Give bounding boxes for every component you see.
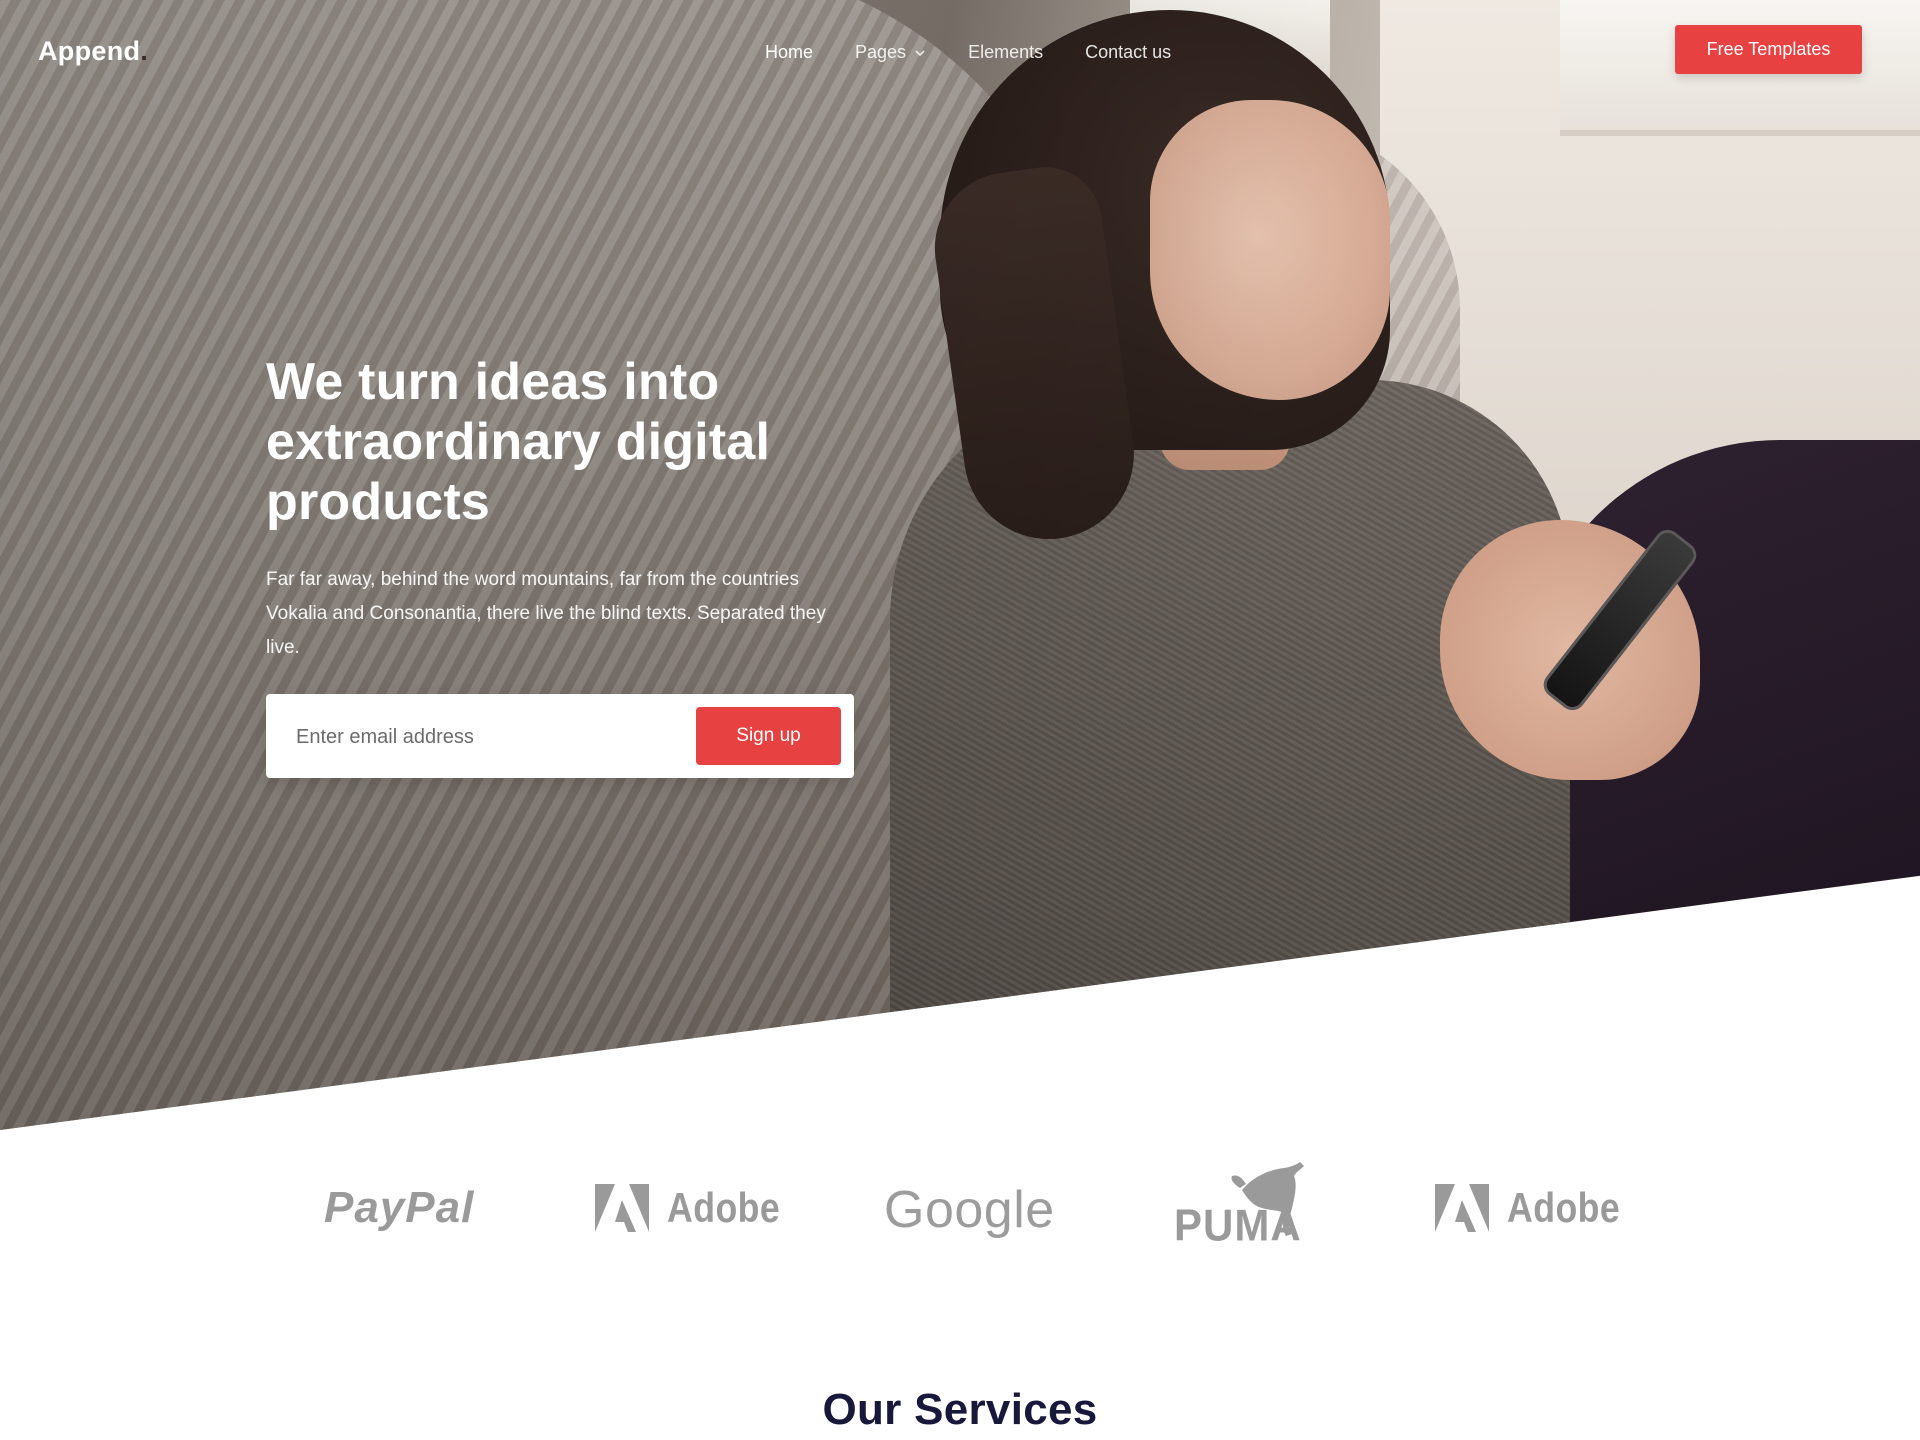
puma-logo-text: PUMA (1174, 1200, 1302, 1251)
menu-item-label: Contact us (1085, 42, 1172, 62)
menu-item-pages[interactable]: Pages (855, 42, 926, 63)
signup-button[interactable]: Sign up (696, 707, 841, 765)
menu-item-contact[interactable]: Contact us (1085, 42, 1171, 63)
free-templates-button[interactable]: Free Templates (1675, 25, 1862, 74)
services-heading: Our Services (822, 1385, 1098, 1434)
adobe-logo: Adobe (1435, 1184, 1640, 1232)
menu-item-label: Home (765, 42, 814, 62)
google-logo: Google (884, 1181, 1055, 1239)
logo-text: Append (38, 36, 141, 66)
chevron-down-icon (915, 49, 925, 56)
menu-item-label: Pages (855, 42, 907, 62)
email-input[interactable] (294, 716, 658, 758)
menu-item-home[interactable]: Home (765, 42, 813, 63)
adobe-logo-icon (595, 1184, 649, 1232)
logo-dot: . (140, 36, 149, 66)
signup-form: Sign up (266, 694, 854, 778)
adobe-logo: Adobe (595, 1184, 800, 1232)
adobe-logo-text: Adobe (667, 1184, 781, 1231)
hero-subtitle: Far far away, behind the word mountains,… (266, 569, 826, 658)
menu-item-elements[interactable]: Elements (968, 42, 1043, 63)
menu-item-label: Elements (968, 42, 1044, 62)
top-navigation: Append. Home Pages Elements Contact us F… (0, 0, 1920, 100)
main-menu: Home Pages Elements Contact us (765, 42, 1213, 63)
hero-title: We turn ideas into extraordinary digital… (266, 353, 771, 531)
brand-logo-strip: PayPal Adobe Google PUMA Adobe (0, 1140, 1920, 1260)
site-logo[interactable]: Append. (38, 36, 148, 67)
adobe-logo-text: Adobe (1507, 1184, 1621, 1231)
puma-logo: PUMA (1172, 1160, 1332, 1260)
paypal-logo: PayPal (324, 1183, 475, 1232)
adobe-logo-icon (1435, 1184, 1489, 1232)
